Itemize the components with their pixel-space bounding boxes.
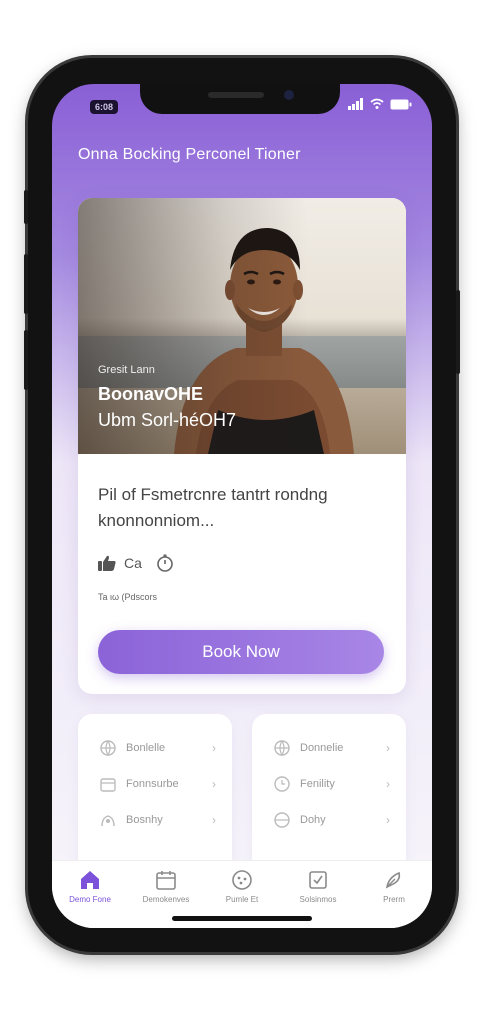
globe-icon [274,740,290,756]
globe-icon [100,740,116,756]
list-item[interactable]: Dohy › [274,812,390,828]
checklist-icon [309,871,327,889]
list-item-label: Bosnhy [126,814,163,826]
phone-volume-down [24,330,28,390]
list-item-label: Fonnsurbe [126,778,179,790]
info-card-right[interactable]: Donnelie › Fenility › Dohy › [252,714,406,874]
list-item[interactable]: Fonnsurbe › [100,776,216,792]
cookie-icon [232,870,252,890]
status-icons [348,98,412,110]
phone-power-button [456,290,460,374]
calendar-icon [156,871,176,890]
trainer-subtitle: Gresit Lann [98,364,155,376]
tab-label: Prerm [383,895,405,904]
chevron-right-icon: › [212,777,216,791]
clock-icon [274,776,290,792]
trainer-description: Pil of Fsmetrcnre tantrt rondng knonnonn… [98,485,328,530]
feather-icon [385,871,401,889]
globe-icon [274,812,290,828]
tab-label: Solsinmos [299,895,337,904]
page-title: Onna Bocking Perconel Tioner [78,146,301,163]
thumbs-up-icon[interactable] [98,555,116,571]
tab-profile[interactable]: Prerm [359,869,429,928]
trainer-stats: Ca [98,554,174,572]
list-item[interactable]: Bosnhy › [100,812,216,828]
list-item-label: Dohy [300,814,326,826]
speaker [208,92,264,98]
chevron-right-icon: › [386,741,390,755]
wifi-icon [370,98,384,109]
battery-icon [390,99,412,109]
book-now-button[interactable]: Book Now [98,630,384,674]
hands-icon [101,815,115,827]
trainer-meta: Ta ιω (Pdscors [98,592,158,602]
list-item-label: Donnelie [300,742,344,754]
info-card-left[interactable]: Bonlelle › Fonnsurbe › Bosnhy › [78,714,232,874]
likes-count: Ca [124,555,142,571]
stopwatch-icon[interactable] [156,554,174,572]
phone-silent-switch [24,190,28,224]
chevron-right-icon: › [386,777,390,791]
list-item[interactable]: Fenility › [274,776,390,792]
notch [140,84,340,114]
chevron-right-icon: › [386,813,390,827]
list-item[interactable]: Donnelie › [274,740,390,756]
trainer-photo: Gresit Lann BoonavOHE Ubm Sorl-héOH7 [78,198,406,454]
list-item-label: Bonlelle [126,742,166,754]
chevron-right-icon: › [212,741,216,755]
list-item-label: Fenility [300,778,335,790]
status-time-badge: 6:08 [90,100,118,114]
camera [284,90,294,100]
list-item[interactable]: Bonlelle › [100,740,216,756]
calendar-icon [100,778,116,792]
home-indicator[interactable] [172,916,312,921]
tab-home[interactable]: Demo Fone [55,869,125,928]
phone-volume-up [24,254,28,314]
chevron-right-icon: › [212,813,216,827]
tab-label: Pumle Et [225,895,259,904]
tab-label: Demokenves [142,895,190,904]
trainer-detail: Ubm Sorl-héOH7 [98,410,237,430]
trainer-name: BoonavOHE [98,384,204,404]
signal-icon [348,98,363,110]
trainer-card[interactable]: Gresit Lann BoonavOHE Ubm Sorl-héOH7 Pil… [78,198,406,694]
home-icon [81,871,99,889]
app-screen: 6:08 Onna Bocking Perconel Tioner Gresit… [52,84,432,928]
tab-label: Demo Fone [69,895,111,904]
